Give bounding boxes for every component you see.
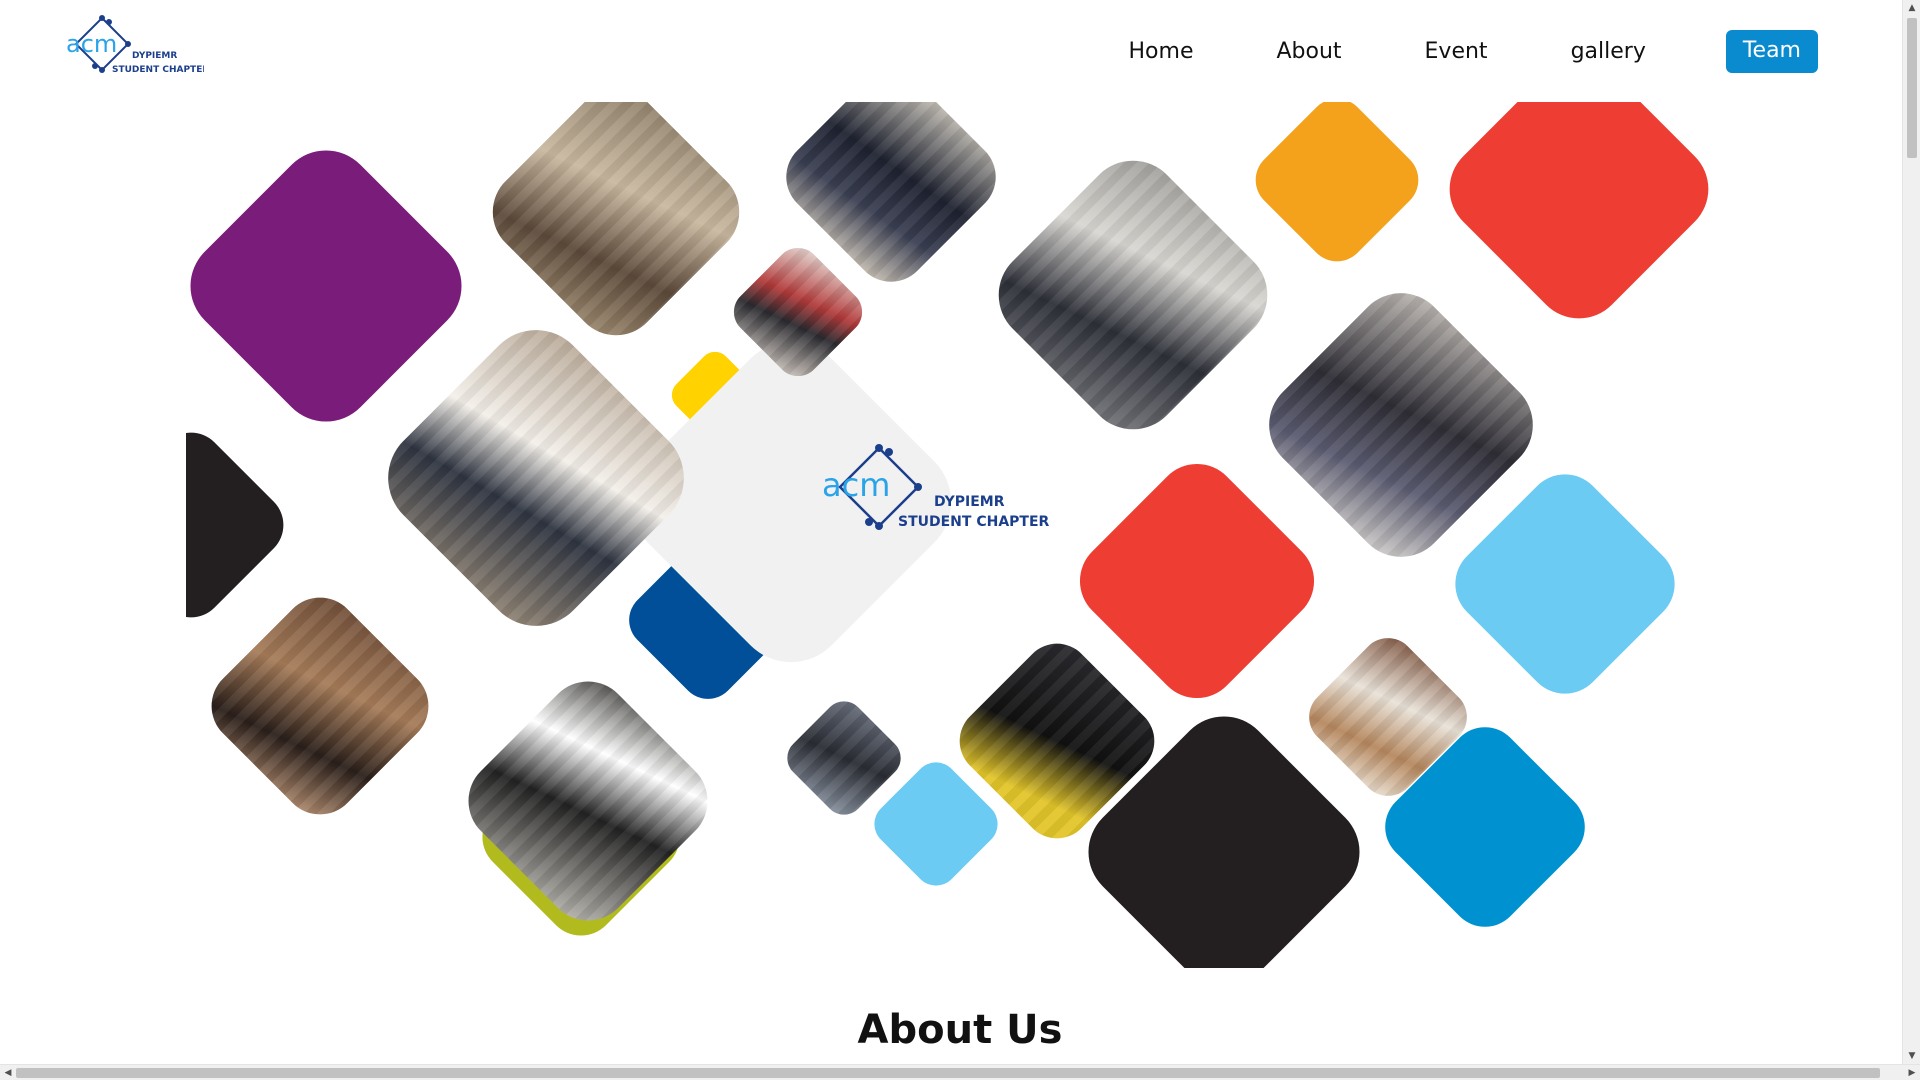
orange-diamond	[1243, 102, 1431, 274]
svg-text:DYPIEMR: DYPIEMR	[934, 494, 1005, 510]
black-diamond-left	[186, 418, 298, 632]
svg-text:STUDENT CHAPTER: STUDENT CHAPTER	[898, 514, 1050, 530]
vertical-scrollbar[interactable]: ▲ ▼	[1902, 0, 1920, 1064]
site-header: acm DYPIEMR STUDENT CHAPTER Home About E…	[0, 0, 1902, 102]
acm-center-logo-icon: acm DYPIEMR STUDENT CHAPTER	[822, 444, 1050, 530]
horizontal-scrollbar[interactable]: ◀ ▶	[0, 1064, 1920, 1080]
about-us-heading: About Us	[857, 1007, 1063, 1053]
photo-tree-planting	[474, 102, 758, 354]
scroll-up-icon[interactable]: ▲	[1903, 0, 1920, 16]
horizontal-scroll-thumb[interactable]	[16, 1068, 1880, 1078]
svg-text:acm: acm	[66, 30, 117, 58]
nav-event-link[interactable]: Event	[1425, 31, 1488, 73]
red-diamond-top	[1430, 102, 1728, 338]
svg-text:STUDENT CHAPTER: STUDENT CHAPTER	[112, 65, 204, 75]
nav-team-button[interactable]: Team	[1725, 30, 1818, 73]
photo-coding	[450, 663, 726, 939]
svg-text:DYPIEMR: DYPIEMR	[132, 51, 177, 61]
scroll-left-icon[interactable]: ◀	[0, 1065, 16, 1080]
acm-logo-icon[interactable]: acm DYPIEMR STUDENT CHAPTER	[64, 14, 204, 80]
photo-computer-lab	[978, 140, 1288, 450]
purple-diamond	[186, 130, 482, 442]
svg-text:acm: acm	[822, 466, 890, 504]
nav-home-link[interactable]: Home	[1129, 31, 1194, 73]
nav-about-link[interactable]: About	[1276, 31, 1341, 73]
main-nav: Home About Event gallery Team	[1046, 30, 1818, 73]
photo-classroom	[195, 581, 445, 831]
scroll-down-icon[interactable]: ▼	[1903, 1048, 1920, 1064]
vertical-scroll-thumb[interactable]	[1907, 18, 1917, 158]
scroll-right-icon[interactable]: ▶	[1904, 1065, 1920, 1080]
hero-collage: acm DYPIEMR STUDENT CHAPTER	[186, 102, 1736, 968]
nav-gallery-link[interactable]: gallery	[1571, 31, 1646, 73]
